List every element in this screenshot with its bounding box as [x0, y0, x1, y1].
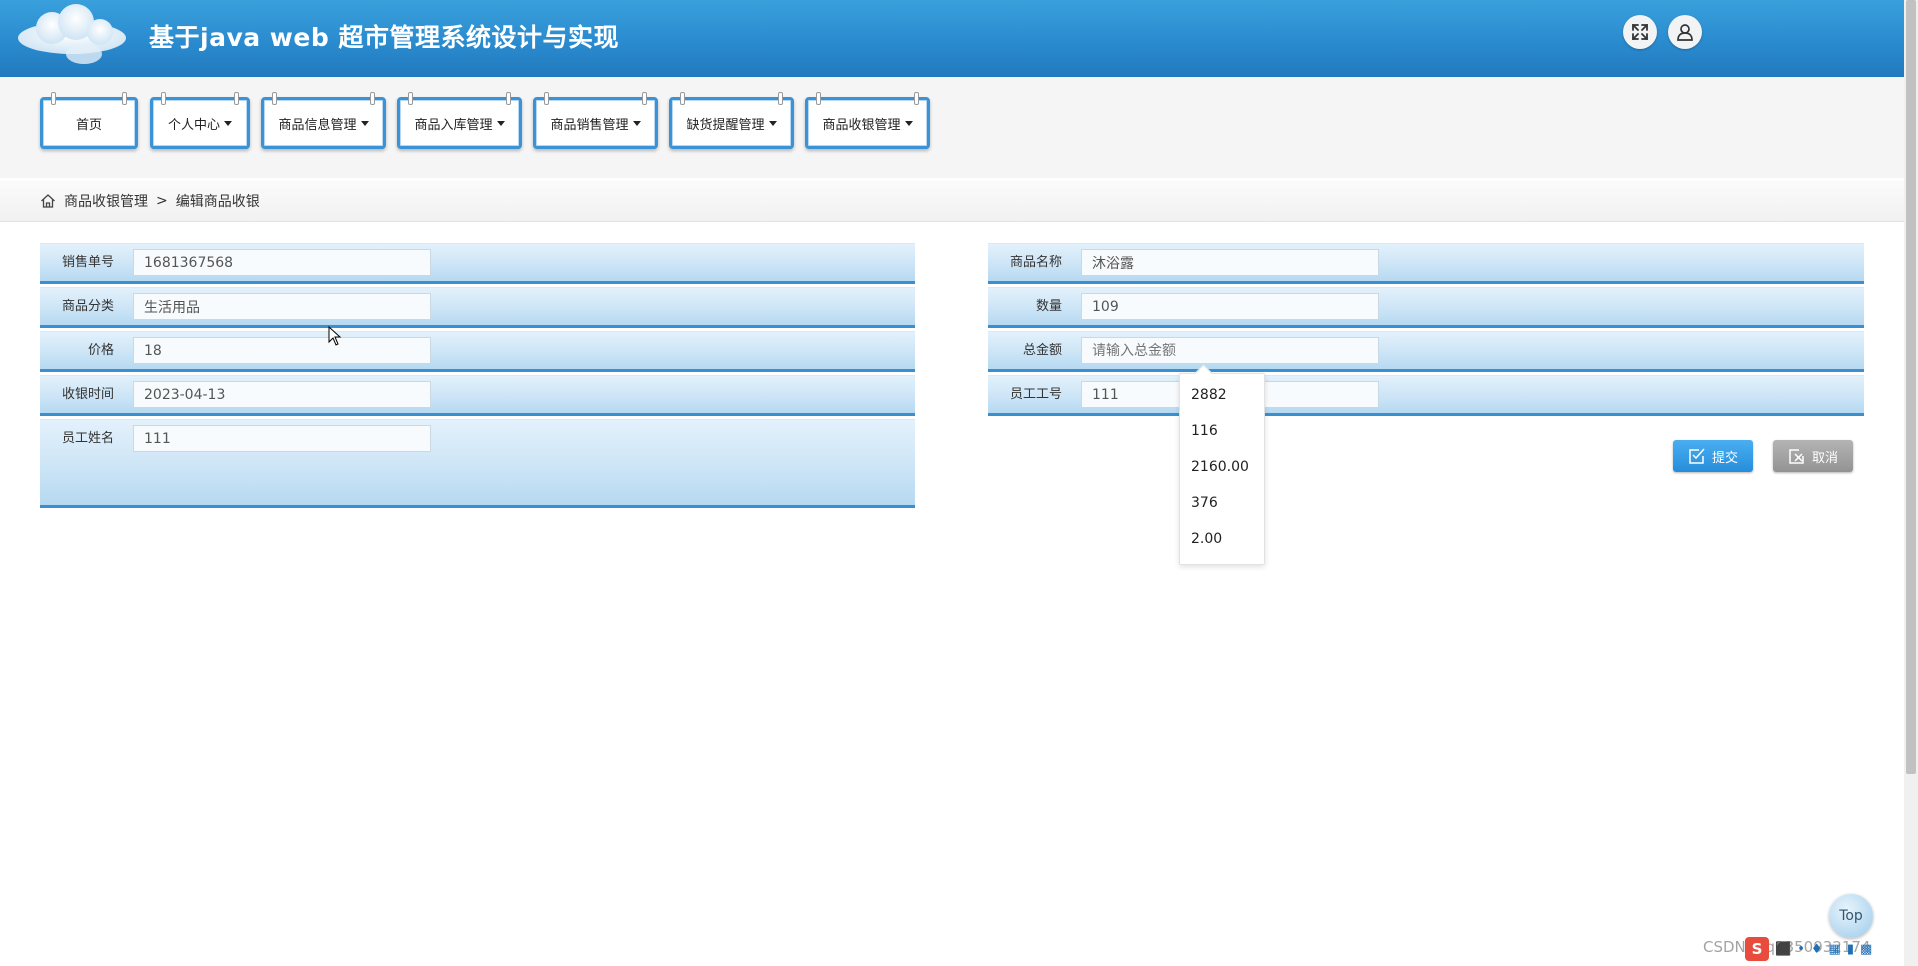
nav-item-personal-center[interactable]: 个人中心 [150, 92, 250, 149]
autocomplete-dropdown: 2882 116 2160.00 376 2.00 [1179, 373, 1265, 565]
form-row-category: 商品分类 [40, 287, 915, 328]
nav-item-label: 商品入库管理 [414, 117, 493, 133]
scrollbar-thumb[interactable] [1906, 0, 1916, 774]
checkout-time-input[interactable] [133, 381, 431, 408]
ime-mic-icon[interactable]: ♦ [1811, 942, 1823, 957]
check-square-icon [1688, 447, 1706, 465]
cloud-logo-icon [18, 4, 126, 64]
breadcrumb: 商品收银管理 > 编辑商品收银 [0, 181, 1904, 222]
scroll-top-button[interactable]: Top [1829, 894, 1873, 938]
field-label: 数量 [1036, 299, 1063, 314]
field-label: 总金额 [1023, 343, 1063, 358]
nav-item-stock-alert[interactable]: 缺货提醒管理 [669, 92, 794, 149]
expand-icon [1632, 24, 1648, 40]
cancel-button[interactable]: 取消 [1773, 440, 1853, 472]
nav-item-label: 商品信息管理 [278, 117, 357, 133]
nav-item-product-stock-in[interactable]: 商品入库管理 [397, 92, 522, 149]
fullscreen-button[interactable] [1623, 15, 1657, 49]
field-label: 价格 [88, 343, 115, 358]
autocomplete-option[interactable]: 116 [1191, 423, 1218, 439]
cancel-label: 取消 [1811, 450, 1838, 466]
app-header: 基于java web 超市管理系统设计与实现 [0, 0, 1904, 77]
caret-down-icon [224, 120, 232, 126]
user-icon [1677, 24, 1693, 41]
page-scrollbar[interactable] [1904, 0, 1918, 966]
field-label: 商品分类 [62, 299, 115, 314]
home-icon[interactable] [40, 193, 56, 209]
nav-item-home[interactable]: 首页 [40, 92, 138, 149]
nav-item-label: 缺货提醒管理 [686, 117, 765, 133]
ime-menu-icon[interactable]: ▩ [1860, 942, 1872, 957]
quantity-input[interactable] [1081, 293, 1379, 320]
breadcrumb-section[interactable]: 商品收银管理 [64, 191, 148, 211]
field-label: 商品名称 [1010, 255, 1063, 270]
caret-down-icon [768, 120, 777, 126]
nav-item-product-checkout[interactable]: 商品收银管理 [805, 92, 930, 149]
breadcrumb-current: 编辑商品收银 [175, 194, 260, 210]
nav-item-product-sales[interactable]: 商品销售管理 [533, 92, 658, 149]
employee-name-input[interactable] [133, 425, 431, 452]
autocomplete-option[interactable]: 2.00 [1191, 531, 1222, 547]
form-row-sale-number: 销售单号 [40, 243, 915, 284]
form-row-product-name: 商品名称 [988, 243, 1864, 284]
breadcrumb-separator: > [156, 193, 168, 209]
field-label: 收银时间 [62, 387, 115, 402]
price-input[interactable] [133, 337, 431, 364]
form-row-employee-id: 员工工号 [988, 375, 1864, 416]
close-square-icon [1788, 447, 1806, 465]
main-nav: 首页 个人中心 商品信息管理 商品入库管理 商品销售管理 缺货提醒管理 商品收银… [0, 77, 1904, 178]
submit-button[interactable]: 提交 [1673, 440, 1753, 472]
ime-mode-icon[interactable]: ⬛ [1775, 942, 1791, 957]
form-row-price: 价格 [40, 331, 915, 372]
page-title: 基于java web 超市管理系统设计与实现 [149, 23, 619, 52]
ime-toolbar: S ⬛ • ♦ ▦ ▮ ▩ [1745, 937, 1872, 961]
field-label: 销售单号 [62, 255, 115, 270]
nav-item-label: 商品收银管理 [822, 117, 901, 133]
autocomplete-option[interactable]: 376 [1191, 495, 1218, 511]
nav-item-label: 商品销售管理 [550, 117, 629, 133]
ime-skin-icon[interactable]: ▮ [1847, 942, 1854, 957]
ime-keyboard-icon[interactable]: ▦ [1829, 942, 1841, 957]
mouse-cursor-icon [328, 326, 342, 346]
form-row-checkout-time: 收银时间 [40, 375, 915, 416]
user-button[interactable] [1668, 15, 1702, 49]
caret-down-icon [360, 120, 369, 126]
field-label: 员工姓名 [62, 431, 115, 446]
sale-number-input[interactable] [133, 249, 431, 276]
nav-item-label: 首页 [75, 117, 102, 133]
form-row-total-amount: 总金额 [988, 331, 1864, 372]
nav-item-product-info[interactable]: 商品信息管理 [261, 92, 386, 149]
nav-item-label: 个人中心 [167, 117, 220, 133]
form-row-quantity: 数量 [988, 287, 1864, 328]
product-name-input[interactable] [1081, 249, 1379, 276]
caret-down-icon [904, 120, 913, 126]
form-row-employee-name: 员工姓名 [40, 419, 915, 508]
ime-logo-icon[interactable]: S [1745, 937, 1769, 961]
ime-punctuation-icon[interactable]: • [1797, 942, 1805, 957]
field-label: 员工工号 [1010, 387, 1063, 402]
category-input[interactable] [133, 293, 431, 320]
caret-down-icon [496, 120, 505, 126]
caret-down-icon [632, 120, 641, 126]
submit-label: 提交 [1711, 450, 1738, 466]
autocomplete-option[interactable]: 2882 [1191, 387, 1227, 403]
total-amount-input[interactable] [1081, 337, 1379, 364]
autocomplete-option[interactable]: 2160.00 [1191, 459, 1249, 475]
